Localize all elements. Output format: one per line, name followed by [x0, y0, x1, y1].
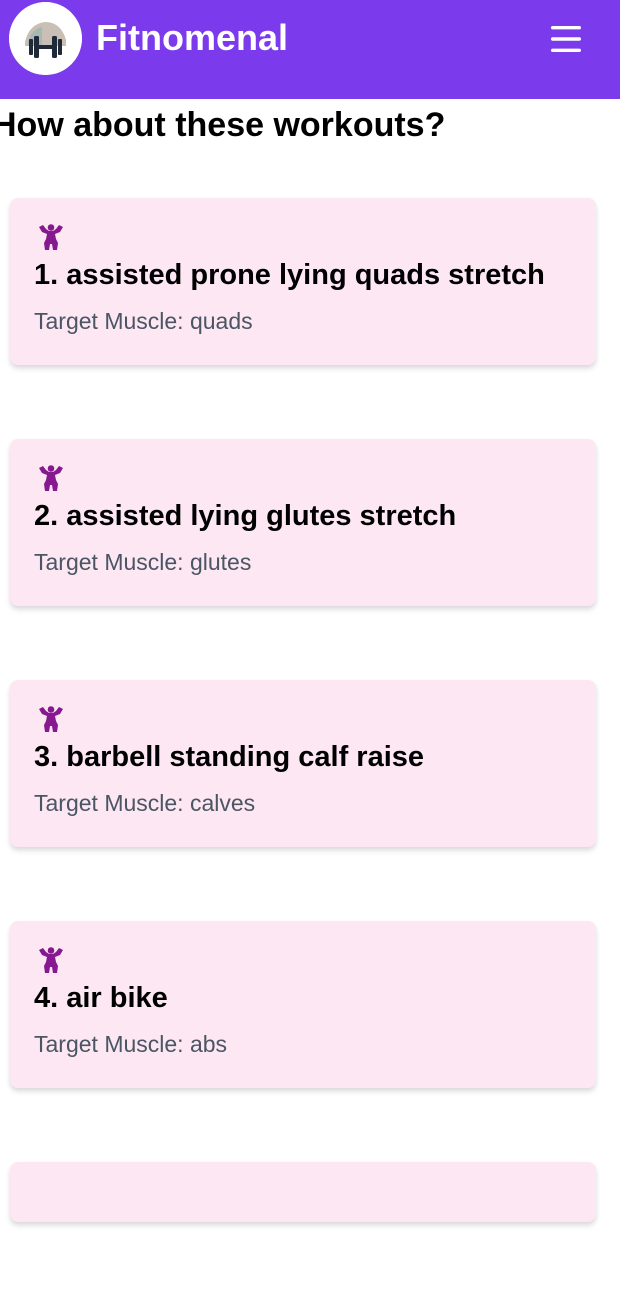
- target-muscle-label: Target Muscle: quads: [34, 308, 253, 334]
- workout-card[interactable]: 3. barbell standing calf raise Target Mu…: [10, 680, 596, 847]
- workout-title: 3. barbell standing calf raise: [34, 741, 425, 773]
- app-title[interactable]: Fitnomenal: [96, 14, 288, 62]
- app-header: Fitnomenal: [0, 0, 620, 99]
- workout-title: 1. assisted prone lying quads stretch: [34, 259, 545, 291]
- page-title: How about these workouts?: [0, 106, 446, 144]
- workout-card[interactable]: 2. assisted lying glutes stretch Target …: [10, 439, 596, 606]
- workout-card-partial[interactable]: [10, 1162, 596, 1222]
- flexing-muscle-icon: [39, 224, 63, 250]
- workout-card[interactable]: 4. air bike Target Muscle: abs: [10, 921, 596, 1088]
- workout-title: 4. air bike: [34, 982, 168, 1014]
- flexing-muscle-icon: [39, 465, 63, 491]
- workout-title: 2. assisted lying glutes stretch: [34, 500, 457, 532]
- flexing-muscle-icon: [39, 947, 63, 973]
- workout-list: 1. assisted prone lying quads stretch Ta…: [10, 198, 596, 1296]
- hamburger-menu-icon[interactable]: [540, 18, 592, 60]
- target-muscle-label: Target Muscle: abs: [34, 1031, 228, 1057]
- target-muscle-label: Target Muscle: glutes: [34, 549, 252, 575]
- flexing-muscle-icon: [39, 706, 63, 732]
- logo-icon[interactable]: [9, 2, 82, 75]
- target-muscle-label: Target Muscle: calves: [34, 790, 256, 816]
- workout-card[interactable]: 1. assisted prone lying quads stretch Ta…: [10, 198, 596, 365]
